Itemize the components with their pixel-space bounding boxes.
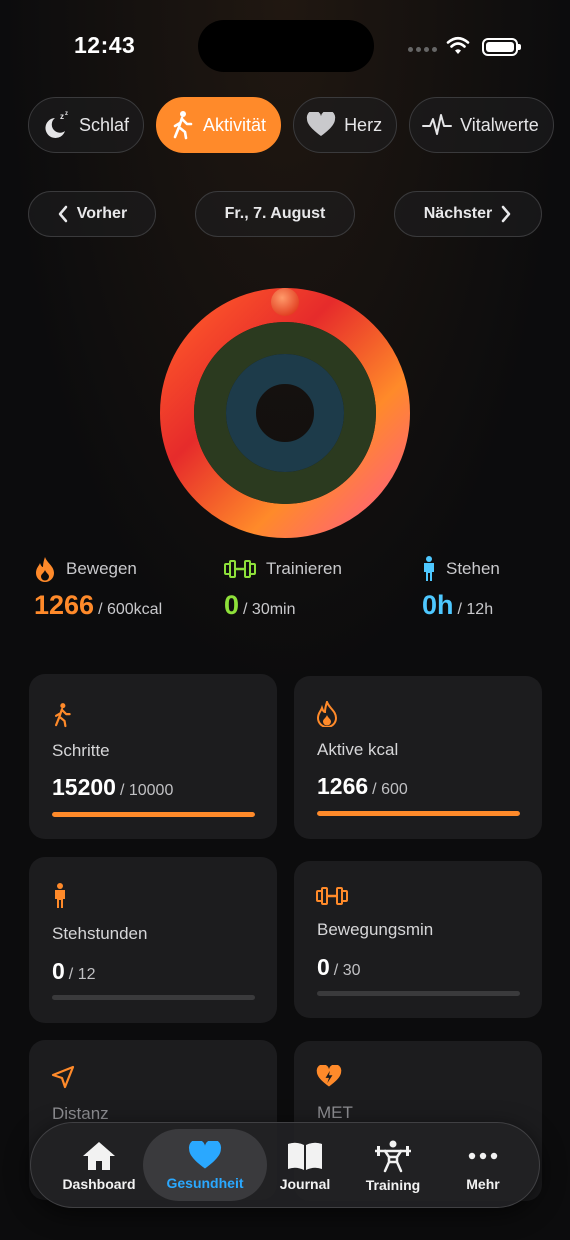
date-label: Fr., 7. August xyxy=(224,205,326,222)
move-value: 1266 xyxy=(34,590,95,620)
heart-icon xyxy=(188,1141,222,1169)
tab-label: Journal xyxy=(279,1176,331,1192)
move-label: Bewegen xyxy=(66,559,137,578)
tab-label: Training xyxy=(365,1177,421,1193)
wifi-icon xyxy=(446,36,470,54)
moon-icon: z z xyxy=(45,111,68,138)
tab-herz[interactable]: Herz xyxy=(293,97,398,153)
card-label: Schritte xyxy=(52,741,110,760)
walking-icon xyxy=(54,703,71,728)
summary-stand: Stehen 0h / 12h xyxy=(422,556,500,621)
dynamic-island xyxy=(198,20,374,72)
flame-icon xyxy=(36,557,54,582)
category-tabs: z z Schlaf Aktivität Herz Vitalwerte xyxy=(28,97,554,153)
card-goal: / 600 xyxy=(372,781,408,798)
battery-icon xyxy=(482,38,521,56)
tab-mehr[interactable]: Mehr xyxy=(443,1123,523,1209)
chevron-left-icon xyxy=(58,205,68,223)
tab-gesundheit[interactable]: Gesundheit xyxy=(153,1123,257,1209)
heart-icon xyxy=(306,112,336,136)
tab-label: Schlaf xyxy=(79,114,130,135)
activity-rings xyxy=(160,288,410,538)
ellipsis-icon xyxy=(468,1152,498,1160)
card-value: 15200 xyxy=(52,774,116,800)
status-bar: 12:43 xyxy=(0,0,570,90)
status-time: 12:43 xyxy=(74,32,136,58)
progress-bar xyxy=(317,811,520,816)
cellular-signal-icon xyxy=(408,47,437,52)
svg-text:z: z xyxy=(65,111,68,117)
tab-aktivitaet[interactable]: Aktivität xyxy=(156,97,282,153)
card-schritte[interactable]: Schritte 15200 / 10000 xyxy=(29,674,277,839)
card-aktive-kcal[interactable]: Aktive kcal 1266 / 600 xyxy=(294,676,542,839)
location-arrow-icon xyxy=(51,1065,75,1089)
progress-bar xyxy=(52,995,255,1000)
tab-vitalwerte[interactable]: Vitalwerte xyxy=(409,97,554,153)
flame-icon xyxy=(316,701,338,727)
card-value: 0 xyxy=(317,954,330,980)
card-label: Stehstunden xyxy=(52,924,148,943)
next-label: Nächster xyxy=(423,205,493,222)
tab-schlaf[interactable]: z z Schlaf xyxy=(28,97,145,153)
stand-value: 0h xyxy=(422,590,454,620)
move-ring-end-knob xyxy=(271,288,299,316)
heart-bolt-icon xyxy=(316,1065,342,1087)
pulse-icon xyxy=(422,114,453,135)
card-goal: / 10000 xyxy=(119,782,174,799)
tab-journal[interactable]: Journal xyxy=(267,1123,343,1209)
stand-ring xyxy=(226,354,344,472)
previous-label: Vorher xyxy=(76,205,128,222)
weightlifter-icon xyxy=(375,1140,411,1173)
standing-person-icon xyxy=(424,556,434,581)
card-bewegungsmin[interactable]: Bewegungsmin 0 / 30 xyxy=(294,861,542,1018)
tab-label: Herz xyxy=(344,114,383,135)
card-goal: / 30 xyxy=(333,962,361,979)
card-stehstunden[interactable]: Stehstunden 0 / 12 xyxy=(29,857,277,1023)
book-icon xyxy=(288,1142,322,1170)
progress-bar xyxy=(317,991,520,996)
tab-dashboard[interactable]: Dashboard xyxy=(53,1123,145,1209)
chevron-right-icon xyxy=(501,205,511,223)
card-goal: / 12 xyxy=(68,966,96,983)
bottom-tab-bar: Dashboard Gesundheit Journal Training Me… xyxy=(30,1122,540,1208)
next-day-button[interactable]: Nächster xyxy=(394,191,542,237)
summary-move: Bewegen 1266 / 600kcal xyxy=(34,556,162,621)
tab-label: Gesundheit xyxy=(166,1175,244,1191)
date-button[interactable]: Fr., 7. August xyxy=(195,191,355,237)
exercise-goal: / 30min xyxy=(243,601,296,618)
walking-icon xyxy=(173,111,193,140)
card-label: Bewegungsmin xyxy=(317,920,434,939)
card-value: 0 xyxy=(52,958,65,984)
ring-summary: Bewegen 1266 / 600kcal Trainieren 0 / 30… xyxy=(34,556,544,626)
tab-label: Dashboard xyxy=(62,1176,136,1192)
summary-exercise: Trainieren 0 / 30min xyxy=(224,556,342,621)
card-label: Distanz xyxy=(52,1104,109,1123)
date-navigation: Vorher Fr., 7. August Nächster xyxy=(28,191,542,237)
tab-label: Mehr xyxy=(466,1176,500,1192)
house-icon xyxy=(83,1142,115,1170)
card-value: 1266 xyxy=(317,773,369,799)
svg-text:z: z xyxy=(60,112,64,121)
exercise-value: 0 xyxy=(224,590,240,620)
tab-label: Vitalwerte xyxy=(460,114,539,135)
card-label: MET xyxy=(317,1103,353,1122)
tab-label: Aktivität xyxy=(203,114,267,135)
tab-training[interactable]: Training xyxy=(351,1123,435,1209)
stand-label: Stehen xyxy=(446,559,500,578)
progress-bar xyxy=(52,812,255,817)
exercise-label: Trainieren xyxy=(266,559,342,578)
card-label: Aktive kcal xyxy=(317,740,399,759)
previous-day-button[interactable]: Vorher xyxy=(28,191,156,237)
stand-goal: / 12h xyxy=(457,601,494,618)
dumbbell-icon xyxy=(224,560,256,578)
standing-person-icon xyxy=(55,883,65,908)
dumbbell-icon xyxy=(316,887,348,905)
move-goal: / 600kcal xyxy=(98,601,163,618)
